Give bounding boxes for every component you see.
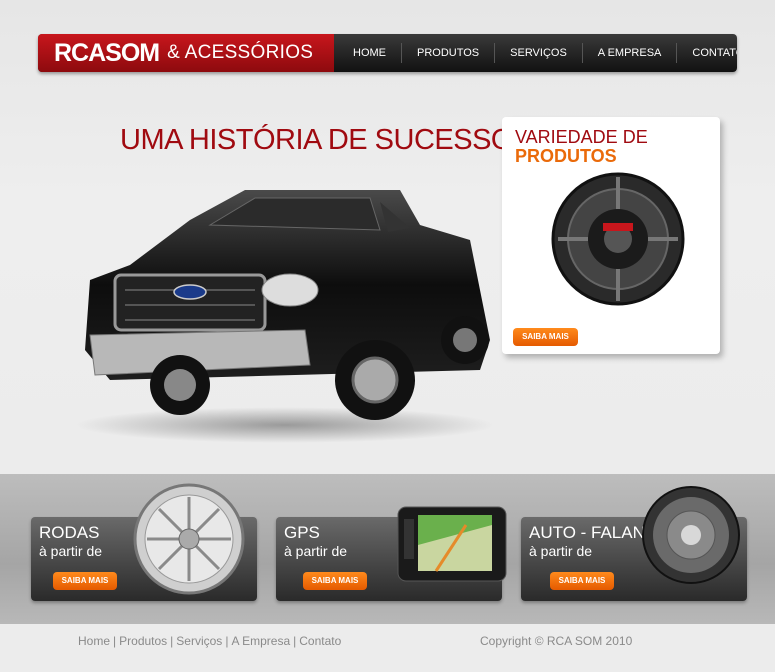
logo-subtitle: & ACESSÓRIOS [167,42,314,63]
card-title: GPS [284,523,320,542]
footer-link-contato[interactable]: Contato [299,634,341,648]
hero-title: UMA HISTÓRIA DE SUCESSO [120,124,513,156]
nav-produtos[interactable]: PRODUTOS [402,43,496,63]
footer-link-a-empresa[interactable]: A Empresa [231,634,290,648]
wheel-rim-image [133,483,245,595]
footer-link-servicos[interactable]: Serviços [176,634,222,648]
card-title: RODAS [39,523,100,542]
subwoofer-image [551,172,685,306]
nav-contato[interactable]: CONTATO [677,43,737,63]
card-rodas-button[interactable]: SAIBA MAIS [53,572,117,590]
logo-brand: RCASOM [54,38,160,67]
footer-nav: Home | Produtos | Serviços | A Empresa | Contato [78,634,342,648]
card-gps-button[interactable]: SAIBA MAIS [303,572,367,590]
card-subtitle: à partir de [284,543,348,559]
pickup-truck-image [75,190,495,443]
logo[interactable]: RCASOM & ACESSÓRIOS [38,34,334,72]
gps-device-image [397,506,507,582]
copyright: Copyright © RCA SOM 2010 [480,634,633,648]
nav-servicos[interactable]: SERVIÇOS [495,43,583,63]
promo-line2: PRODUTOS [515,146,617,166]
card-subtitle: à partir de [529,543,593,559]
nav-home[interactable]: HOME [338,43,402,63]
card-subtitle: à partir de [39,543,103,559]
site-header: RCASOM & ACESSÓRIOS HOME PRODUTOS SERVIÇ… [38,34,737,72]
footer-link-home[interactable]: Home [78,634,110,648]
card-auto-falante-button[interactable]: SAIBA MAIS [550,572,614,590]
promo-box: VARIEDADE DE PRODUTOS SAIBA MAIS [502,117,720,354]
footer-link-produtos[interactable]: Produtos [119,634,167,648]
main-nav: HOME PRODUTOS SERVIÇOS A EMPRESA CONTATO [338,34,737,72]
nav-a-empresa[interactable]: A EMPRESA [583,43,678,63]
speaker-image [642,486,740,584]
promo-line1: VARIEDADE DE [515,127,648,147]
promo-saiba-mais-button[interactable]: SAIBA MAIS [513,328,578,346]
